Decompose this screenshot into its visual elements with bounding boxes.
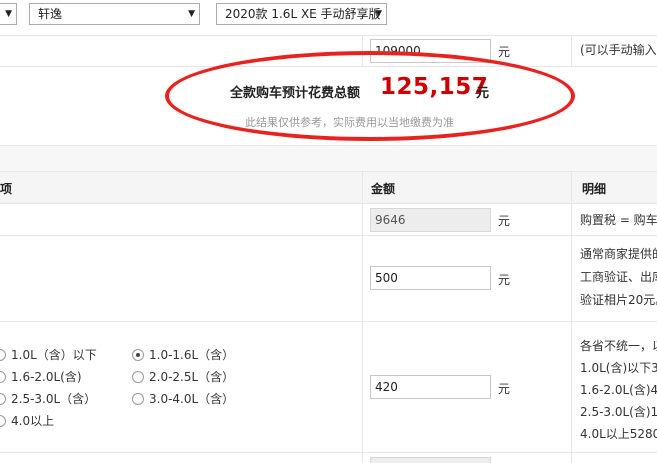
series-select[interactable]: 轩逸 ▼ xyxy=(29,3,200,25)
vehicle-tax-note-line: 各省不统一，以 xyxy=(580,339,657,353)
radio-label: 2.0-2.5L（含） xyxy=(149,370,235,384)
next-row-input xyxy=(370,457,491,463)
radio-dot xyxy=(0,414,6,427)
radio-displacement-3-0-4-0[interactable]: 3.0-4.0L（含） xyxy=(132,390,234,407)
column-divider xyxy=(571,453,572,463)
service-note-line: 工商验证、出库 xyxy=(580,270,657,284)
radio-dot xyxy=(0,392,6,405)
radio-label: 4.0以上 xyxy=(11,414,55,428)
radio-dot xyxy=(132,392,144,405)
vehicle-tax-unit: 元 xyxy=(498,382,511,396)
highlight-ellipse xyxy=(165,51,575,141)
header-amount: 金额 xyxy=(371,182,396,196)
vehicle-tax-note-line: 2.5-3.0L(含)19 xyxy=(580,405,657,419)
radio-dot xyxy=(132,370,144,383)
header-item: 费项 xyxy=(0,182,13,196)
purchase-tax-note: 购置税 = 购车款 xyxy=(580,213,657,227)
table-header-row xyxy=(0,172,657,204)
vehicle-tax-note-line: 4.0L以上5280元 xyxy=(580,427,657,441)
service-fee-unit: 元 xyxy=(498,273,511,287)
column-divider xyxy=(571,204,572,235)
radio-label: 1.0L（含）以下 xyxy=(11,348,97,362)
chevron-down-icon: ▼ xyxy=(375,9,382,19)
service-note-line: 验证相片20元。 xyxy=(580,293,657,307)
column-divider xyxy=(362,453,363,463)
radio-label: 1.0-1.6L（含） xyxy=(149,348,235,362)
column-divider xyxy=(362,172,363,203)
vehicle-tax-row: 420 元 1.0L（含）以下 1.0-1.6L（含） 1.6-2.0L(含) … xyxy=(0,322,657,453)
column-divider xyxy=(571,322,572,452)
column-divider xyxy=(362,236,363,321)
model-select-value: 2020款 1.6L XE 手动舒享版 xyxy=(225,7,381,21)
radio-displacement-2-0-2-5[interactable]: 2.0-2.5L（含） xyxy=(132,368,234,385)
column-divider xyxy=(571,172,572,203)
radio-label: 2.5-3.0L（含） xyxy=(11,392,97,406)
brand-select[interactable]: ▼ xyxy=(0,3,17,25)
radio-label: 1.6-2.0L(含) xyxy=(11,370,82,384)
radio-dot-selected xyxy=(132,348,144,361)
radio-displacement-2-5-3-0[interactable]: 2.5-3.0L（含） xyxy=(0,390,96,407)
next-row-partial xyxy=(0,453,657,463)
purchase-tax-unit: 元 xyxy=(498,214,511,228)
header-detail: 明细 xyxy=(582,182,607,196)
service-note-line: 通常商家提供的 xyxy=(580,247,657,261)
radio-displacement-1-0-below[interactable]: 1.0L（含）以下 xyxy=(0,346,97,363)
column-divider xyxy=(571,36,572,66)
service-fee-input[interactable]: 500 xyxy=(370,266,491,290)
column-divider xyxy=(571,236,572,321)
chevron-down-icon: ▼ xyxy=(188,9,195,19)
radio-label: 3.0-4.0L（含） xyxy=(149,392,235,406)
radio-displacement-1-6-2-0[interactable]: 1.6-2.0L(含) xyxy=(0,368,82,385)
service-fee-row: 500 元 通常商家提供的 工商验证、出库 验证相片20元。 xyxy=(0,236,657,322)
radio-dot xyxy=(0,348,6,361)
vehicle-tax-note-line: 1.0L(含)以下30 xyxy=(580,361,657,375)
purchase-tax-row: 9646 元 购置税 = 购车款 xyxy=(0,204,657,236)
price-unit: 元 xyxy=(498,45,511,59)
vehicle-tax-note-line: 1.6-2.0L(含)48 xyxy=(580,383,657,397)
chevron-down-icon: ▼ xyxy=(5,9,12,19)
radio-dot xyxy=(0,370,6,383)
purchase-tax-input: 9646 xyxy=(370,208,491,232)
section-spacer xyxy=(0,145,657,172)
model-select[interactable]: 2020款 1.6L XE 手动舒享版 ▼ xyxy=(216,3,387,25)
radio-displacement-4-0-above[interactable]: 4.0以上 xyxy=(0,412,54,429)
series-select-value: 轩逸 xyxy=(38,7,63,21)
column-divider xyxy=(362,322,363,452)
vehicle-tax-input[interactable]: 420 xyxy=(370,375,491,399)
radio-displacement-1-0-1-6[interactable]: 1.0-1.6L（含） xyxy=(132,346,234,363)
column-divider xyxy=(362,204,363,235)
top-selector-bar: ▼ 轩逸 ▼ 2020款 1.6L XE 手动舒享版 ▼ xyxy=(0,0,657,36)
price-note: (可以手动输入 xyxy=(580,43,657,57)
